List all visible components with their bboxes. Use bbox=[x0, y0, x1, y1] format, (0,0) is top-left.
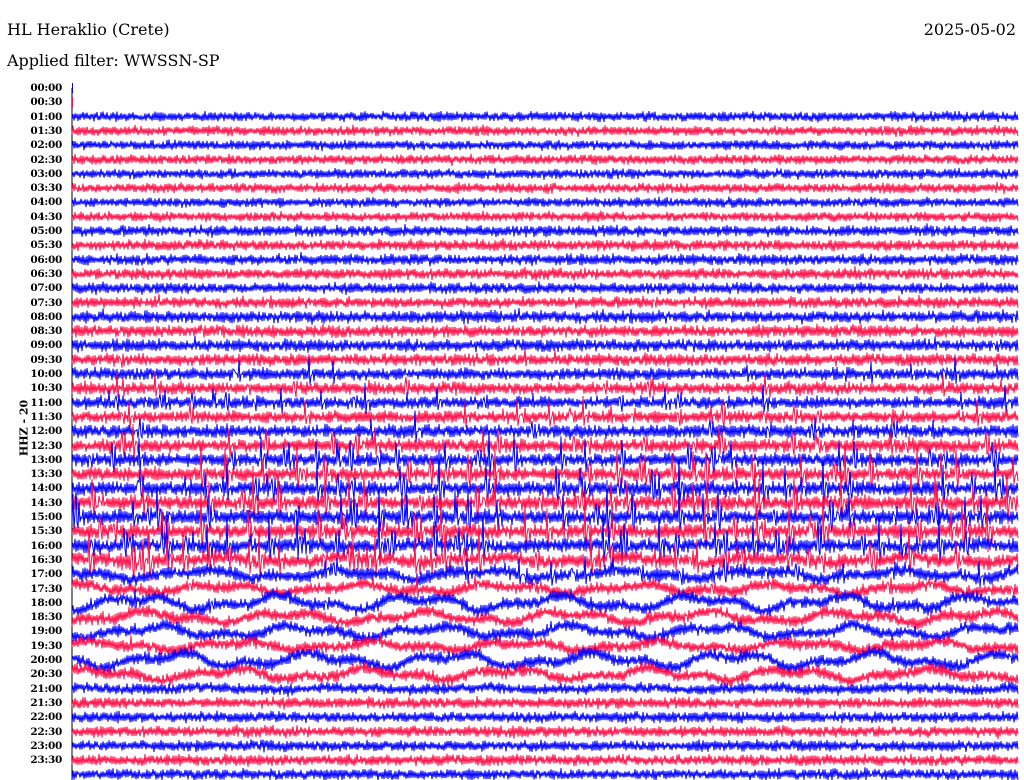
trace-row bbox=[71, 266, 1019, 281]
trace-row bbox=[71, 281, 1019, 296]
trace-row bbox=[71, 210, 1019, 223]
trace-row bbox=[71, 238, 1019, 252]
trace-row bbox=[71, 252, 1019, 267]
trace-row bbox=[71, 710, 1019, 725]
trace-row bbox=[71, 695, 1019, 710]
trace-row bbox=[71, 167, 1019, 180]
trace-row bbox=[71, 323, 1019, 339]
trace-row bbox=[71, 739, 1019, 753]
seismogram-plot bbox=[71, 83, 1019, 780]
trace-row bbox=[71, 124, 1019, 137]
trace-row bbox=[71, 575, 1019, 601]
trace-row bbox=[71, 348, 1019, 368]
trace-row bbox=[71, 724, 1019, 739]
trace-row bbox=[71, 753, 1019, 767]
trace-row bbox=[71, 307, 1019, 325]
trace-row bbox=[71, 335, 1019, 353]
trace-row bbox=[71, 681, 1019, 698]
trace-row bbox=[71, 110, 1019, 123]
trace-row bbox=[71, 196, 1019, 209]
trace-row bbox=[71, 139, 1019, 152]
trace-row bbox=[71, 153, 1019, 166]
trace-row bbox=[71, 181, 1019, 195]
trace-row bbox=[71, 294, 1019, 310]
trace-row bbox=[71, 767, 1019, 780]
trace-row bbox=[71, 223, 1019, 238]
